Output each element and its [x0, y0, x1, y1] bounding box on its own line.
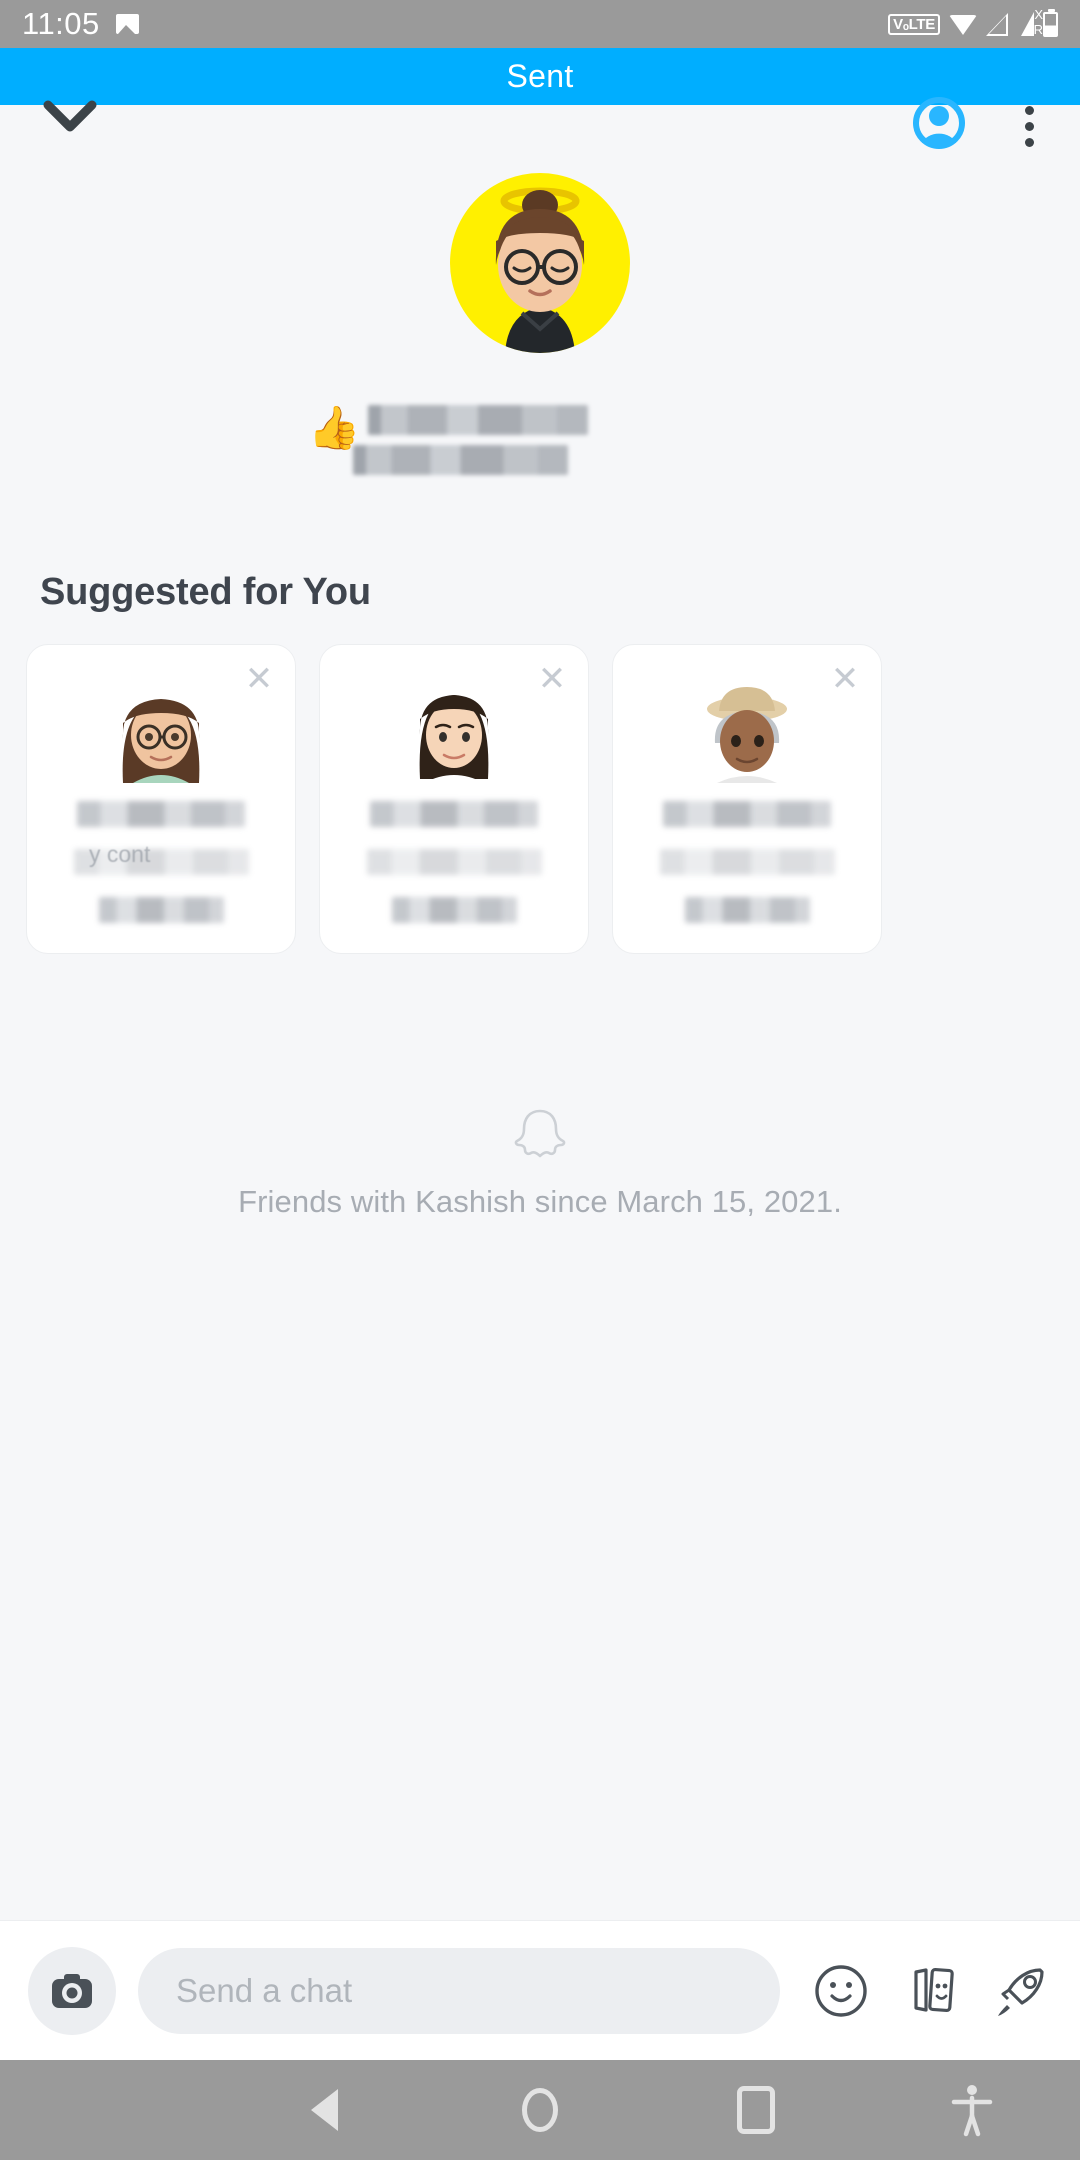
close-x-icon[interactable]: ✕	[532, 659, 572, 699]
suggested-card-name-redacted	[370, 801, 538, 827]
suggested-card-name-redacted	[663, 801, 831, 827]
suggested-card-text-block	[27, 801, 295, 923]
back-triangle-icon	[310, 2089, 338, 2131]
camera-icon[interactable]	[28, 1946, 116, 2035]
signal-roaming-icon: X R	[1021, 8, 1043, 36]
home-circle-icon	[522, 2088, 558, 2132]
rocket-icon[interactable]	[990, 1960, 1052, 2022]
suggested-card-detail-redacted	[684, 897, 810, 923]
chat-scroll-area[interactable]: 👍 Suggested for You ✕ y cont ✕ ✕ Friends…	[0, 165, 1080, 1920]
suggested-card[interactable]: ✕	[612, 644, 882, 954]
status-bar-clock: 11:05	[22, 6, 100, 41]
chat-message-row[interactable]: 👍	[0, 405, 1080, 475]
chat-input-field[interactable]: Send a chat	[138, 1947, 780, 2034]
recents-button[interactable]	[648, 2086, 864, 2134]
suggested-card-subtitle-redacted	[366, 849, 542, 875]
avatar-container	[0, 173, 1080, 353]
smiley-sticker-icon[interactable]	[810, 1960, 872, 2022]
suggested-card[interactable]: ✕	[319, 644, 589, 954]
kebab-dot	[1024, 137, 1034, 147]
accessibility-button[interactable]	[864, 2082, 1080, 2138]
bitmoji-avatar[interactable]	[450, 173, 630, 353]
back-button[interactable]	[216, 2089, 432, 2131]
kebab-menu-icon[interactable]	[1002, 95, 1056, 157]
signal-bars-icon	[1021, 12, 1034, 36]
battery-icon	[1043, 8, 1058, 37]
bitmoji-dark-hair	[396, 679, 512, 783]
signal-sup-label: X	[1034, 7, 1043, 22]
bitmoji-hat-sunglasses	[689, 679, 805, 783]
photo-icon	[115, 14, 139, 34]
suggested-card-subtitle-redacted	[659, 849, 835, 875]
cards-stickers-icon[interactable]	[900, 1960, 962, 2022]
accessibility-person-icon	[951, 2085, 993, 2137]
bitmoji-long-hair-glasses	[103, 679, 219, 783]
volte-icon: VₒLTE	[888, 13, 940, 35]
close-x-icon[interactable]: ✕	[825, 659, 865, 699]
chat-input-bar: Send a chat	[0, 1920, 1080, 2060]
suggested-for-you-heading: Suggested for You	[40, 571, 371, 613]
kebab-dot	[1024, 121, 1034, 131]
snapchat-ghost-icon	[511, 1106, 569, 1164]
android-status-bar: 11:05 VₒLTE X R	[0, 0, 1080, 48]
suggested-card-text-block	[320, 801, 588, 923]
suggested-card-name-redacted	[77, 801, 245, 827]
suggested-card-detail-redacted	[391, 897, 517, 923]
profile-person-icon[interactable]	[908, 93, 970, 155]
suggested-card-detail-redacted	[98, 897, 224, 923]
chevron-down-icon[interactable]	[42, 89, 98, 145]
suggested-card-text-block	[613, 801, 881, 923]
redacted-line	[353, 445, 569, 475]
status-bar-notification-icons	[115, 14, 139, 34]
chat-input-placeholder: Send a chat	[176, 1971, 353, 2009]
sent-status-label: Sent	[506, 58, 574, 94]
wifi-icon	[949, 13, 977, 35]
suggested-card[interactable]: ✕	[26, 644, 296, 954]
redacted-line	[368, 405, 589, 435]
chat-bar-actions	[802, 1960, 1052, 2022]
suggested-card-subtitle-hint: y cont	[89, 841, 151, 867]
chat-header-bar	[0, 97, 1080, 165]
recents-square-icon	[737, 2086, 775, 2134]
thumbs-up-emoji: 👍	[308, 404, 361, 451]
home-button[interactable]	[432, 2088, 648, 2132]
android-navigation-bar	[0, 2060, 1080, 2160]
chat-message-redacted-text	[353, 405, 589, 475]
snapchat-chat-screen: 11:05 VₒLTE X R Sent 👍 Suggested for You…	[0, 0, 1080, 2160]
suggested-cards-carousel[interactable]: ✕ y cont ✕ ✕	[0, 644, 1080, 954]
friendship-since-text: Friends with Kashish since March 15, 202…	[238, 1184, 842, 1219]
close-x-icon[interactable]: ✕	[239, 659, 279, 699]
kebab-dot	[1024, 105, 1034, 115]
status-bar-system-icons: VₒLTE X R	[888, 8, 1058, 37]
friendship-info-block: Friends with Kashish since March 15, 202…	[0, 1106, 1080, 1220]
signal-icon	[986, 12, 1012, 36]
signal-sub-label: R	[1033, 22, 1043, 37]
